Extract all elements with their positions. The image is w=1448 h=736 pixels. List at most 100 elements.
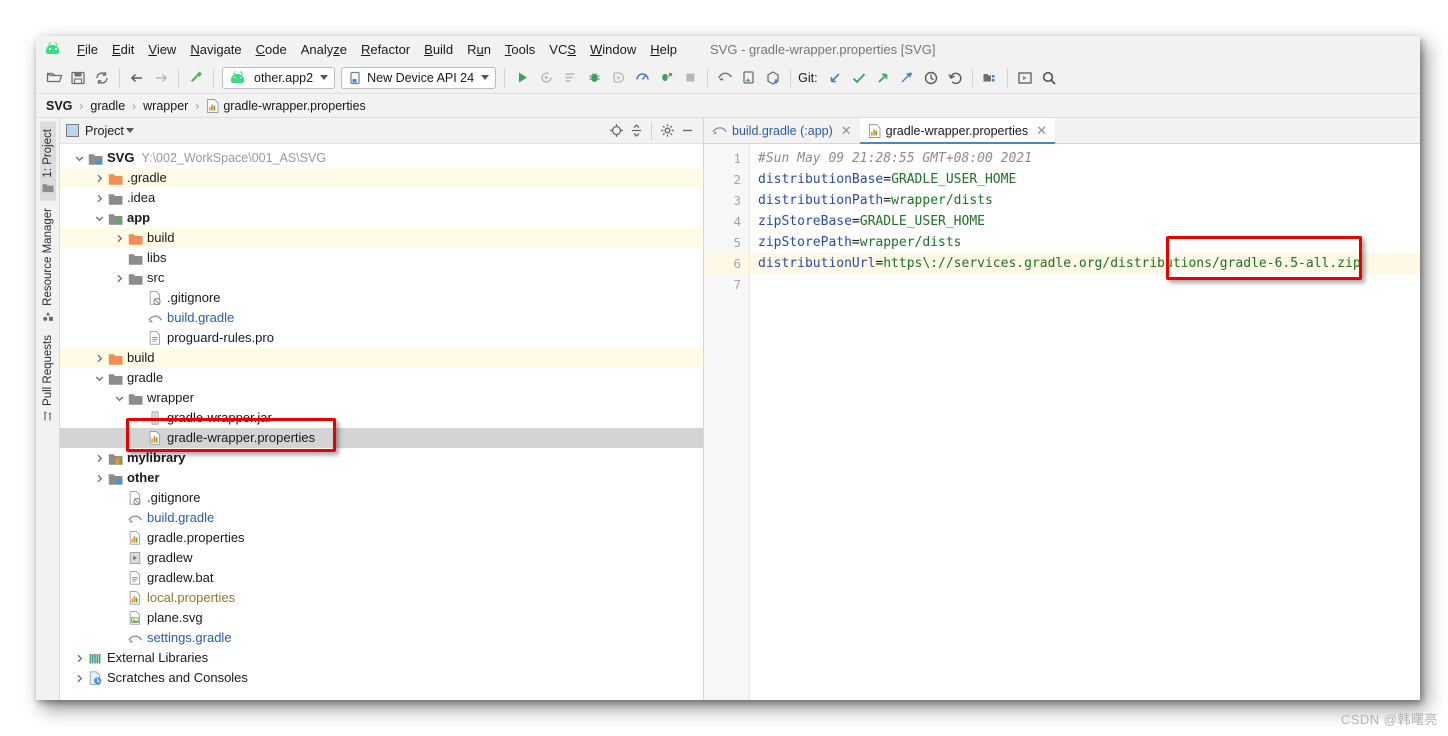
- tree-item-gradle[interactable]: gradle: [60, 368, 703, 388]
- sidebar-item-pull-requests[interactable]: Pull Requests: [40, 328, 56, 429]
- tree-item-gradlew[interactable]: gradlew: [60, 548, 703, 568]
- shelve-icon[interactable]: [895, 66, 919, 90]
- chevron-right-icon[interactable]: [92, 168, 106, 188]
- sync-icon[interactable]: [90, 66, 114, 90]
- tree-item-proguard-rules.pro[interactable]: proguard-rules.pro: [60, 328, 703, 348]
- chevron-right-icon[interactable]: [92, 448, 106, 468]
- debug-icon[interactable]: [582, 66, 606, 90]
- tree-item-gradle-wrapper.properties[interactable]: gradle-wrapper.properties: [60, 428, 703, 448]
- code-line[interactable]: [750, 274, 1420, 295]
- chevron-down-icon[interactable]: [92, 368, 106, 388]
- tree-item-.gitignore[interactable]: .gitignore: [60, 288, 703, 308]
- chevron-down-icon[interactable]: [72, 148, 86, 168]
- code-line[interactable]: zipStoreBase=GRADLE_USER_HOME: [750, 211, 1420, 232]
- device-selector[interactable]: New Device API 24: [341, 66, 497, 89]
- menu-view[interactable]: View: [141, 40, 183, 59]
- chevron-right-icon[interactable]: [72, 668, 86, 688]
- tree-item-.gitignore[interactable]: .gitignore: [60, 488, 703, 508]
- chevron-down-icon[interactable]: [125, 128, 134, 133]
- locate-icon[interactable]: [606, 121, 626, 141]
- menu-code[interactable]: Code: [249, 40, 294, 59]
- breadcrumb-item-gradle[interactable]: gradle: [90, 99, 125, 113]
- module-selector[interactable]: other.app2: [222, 66, 336, 89]
- tree-item-build[interactable]: build: [60, 228, 703, 248]
- tree-item-plane.svg[interactable]: plane.svg: [60, 608, 703, 628]
- avd-manager-icon[interactable]: [713, 66, 737, 90]
- revert-icon[interactable]: [943, 66, 967, 90]
- sidebar-item-project[interactable]: 1: Project: [39, 122, 56, 201]
- apply-code-changes-icon[interactable]: [654, 66, 678, 90]
- forward-arrow-icon[interactable]: [149, 66, 173, 90]
- stop-icon[interactable]: [678, 66, 702, 90]
- update-project-icon[interactable]: [823, 66, 847, 90]
- tree-item-.gradle[interactable]: .gradle: [60, 168, 703, 188]
- tree-item-build[interactable]: build: [60, 348, 703, 368]
- project-structure-icon[interactable]: [978, 66, 1002, 90]
- chevron-right-icon[interactable]: [92, 348, 106, 368]
- breadcrumb-item-project[interactable]: SVG: [46, 99, 72, 113]
- collapse-all-icon[interactable]: [626, 121, 646, 141]
- menu-tools[interactable]: Tools: [498, 40, 542, 59]
- history-icon[interactable]: [919, 66, 943, 90]
- chevron-right-icon[interactable]: [72, 648, 86, 668]
- menu-navigate[interactable]: Navigate: [183, 40, 248, 59]
- menu-run[interactable]: Run: [460, 40, 498, 59]
- code-line[interactable]: #Sun May 09 21:28:55 GMT+08:00 2021: [750, 148, 1420, 169]
- open-folder-icon[interactable]: [42, 66, 66, 90]
- menu-vcs[interactable]: VCS: [542, 40, 583, 59]
- sdk-manager-icon[interactable]: [737, 66, 761, 90]
- layout-inspector-icon[interactable]: [1013, 66, 1037, 90]
- apply-changes-icon[interactable]: [534, 66, 558, 90]
- menu-edit[interactable]: Edit: [105, 40, 141, 59]
- commit-icon[interactable]: [847, 66, 871, 90]
- profiler-icon[interactable]: [630, 66, 654, 90]
- tree-item-wrapper[interactable]: wrapper: [60, 388, 703, 408]
- sync-project-icon[interactable]: [761, 66, 785, 90]
- tree-item-gradle-wrapper.jar[interactable]: gradle-wrapper.jar: [60, 408, 703, 428]
- chevron-right-icon[interactable]: [92, 468, 106, 488]
- push-icon[interactable]: [871, 66, 895, 90]
- code-line[interactable]: zipStorePath=wrapper/dists: [750, 232, 1420, 253]
- chevron-right-icon[interactable]: [92, 188, 106, 208]
- run-icon[interactable]: [510, 66, 534, 90]
- close-icon[interactable]: ✕: [841, 123, 852, 139]
- tree-item-app[interactable]: app: [60, 208, 703, 228]
- tree-item-build.gradle[interactable]: build.gradle: [60, 308, 703, 328]
- project-tree[interactable]: SVG Y:\002_WorkSpace\001_AS\SVG .gradle .id…: [60, 144, 703, 700]
- tree-item-.idea[interactable]: .idea: [60, 188, 703, 208]
- code-line[interactable]: distributionUrl=https\://services.gradle…: [750, 253, 1420, 274]
- code-content[interactable]: #Sun May 09 21:28:55 GMT+08:00 2021 distr…: [750, 144, 1420, 700]
- tree-item-gradlew.bat[interactable]: gradlew.bat: [60, 568, 703, 588]
- sidebar-item-resource-manager[interactable]: Resource Manager: [40, 201, 56, 329]
- menu-refactor[interactable]: Refactor: [354, 40, 417, 59]
- code-line[interactable]: distributionBase=GRADLE_USER_HOME: [750, 169, 1420, 190]
- tree-item-libs[interactable]: libs: [60, 248, 703, 268]
- tree-item-gradle.properties[interactable]: gradle.properties: [60, 528, 703, 548]
- breadcrumb-item-wrapper[interactable]: wrapper: [143, 99, 188, 113]
- save-all-icon[interactable]: [66, 66, 90, 90]
- code-editor[interactable]: 1 2 3 4 5 6 7 #Sun May 09 21:28:55 GMT+08:00 2…: [704, 144, 1420, 700]
- hide-minimize-icon[interactable]: [677, 121, 697, 141]
- chevron-down-icon[interactable]: [92, 208, 106, 228]
- chevron-right-icon[interactable]: [112, 228, 126, 248]
- tab-gradle-wrapper-properties[interactable]: gradle-wrapper.properties ✕: [859, 118, 1056, 144]
- search-everywhere-icon[interactable]: [1037, 66, 1061, 90]
- chevron-down-icon[interactable]: [112, 388, 126, 408]
- code-line[interactable]: distributionPath=wrapper/dists: [750, 190, 1420, 211]
- tree-item-build.gradle[interactable]: build.gradle: [60, 508, 703, 528]
- menu-analyze[interactable]: Analyze: [294, 40, 354, 59]
- hammer-icon[interactable]: [184, 66, 208, 90]
- tree-item-svg[interactable]: SVG Y:\002_WorkSpace\001_AS\SVG: [60, 148, 703, 168]
- menu-window[interactable]: Window: [583, 40, 643, 59]
- close-icon[interactable]: ✕: [1036, 123, 1047, 139]
- tree-item-scratches-and-consoles[interactable]: Scratches and Consoles: [60, 668, 703, 688]
- settings-gear-icon[interactable]: [657, 121, 677, 141]
- tree-item-other[interactable]: other: [60, 468, 703, 488]
- breadcrumb-item-file[interactable]: gradle-wrapper.properties: [206, 99, 366, 113]
- menu-help[interactable]: Help: [643, 40, 684, 59]
- tree-item-local.properties[interactable]: local.properties: [60, 588, 703, 608]
- menu-build[interactable]: Build: [417, 40, 460, 59]
- menu-file[interactable]: File: [70, 40, 105, 59]
- run-with-coverage-icon[interactable]: [558, 66, 582, 90]
- back-arrow-icon[interactable]: [125, 66, 149, 90]
